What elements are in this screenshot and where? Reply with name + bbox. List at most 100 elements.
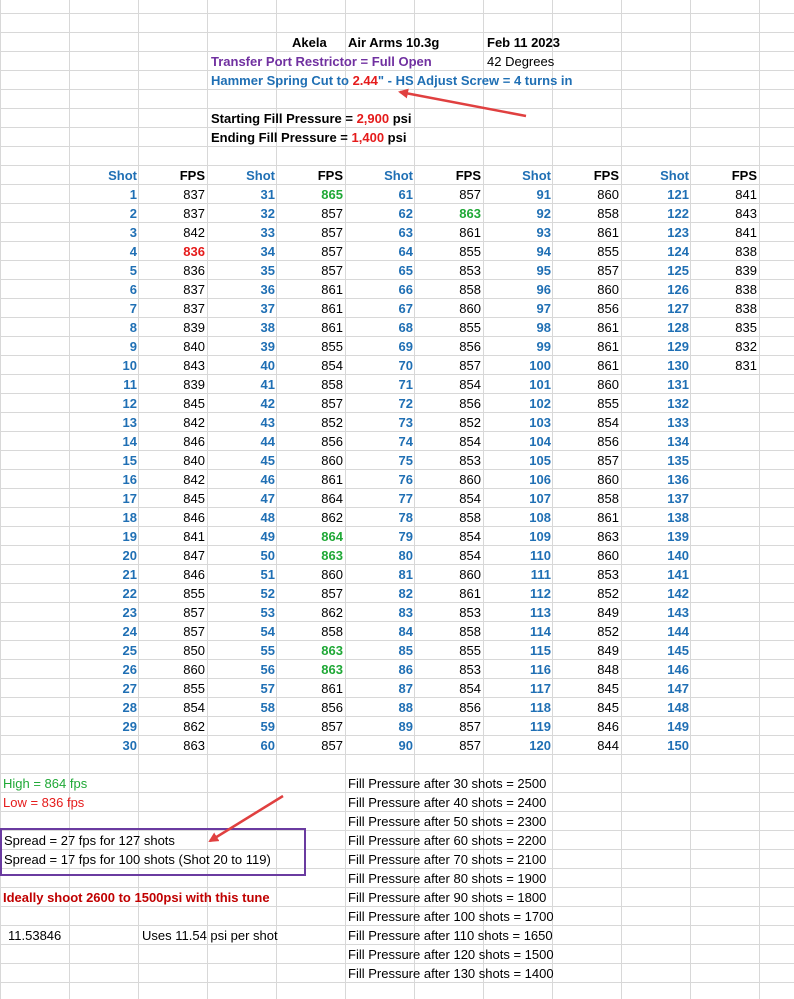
fps-value: 850 [183, 643, 205, 658]
fps-value: 842 [183, 225, 205, 240]
fps-value: 836 [183, 263, 205, 278]
fps-value: 861 [459, 586, 481, 601]
shot-number: 74 [398, 434, 413, 449]
shot-number: 14 [122, 434, 137, 449]
hammer-text-b: " - HS Adjust Screw = 4 turns in [377, 73, 573, 88]
fps-value: 855 [459, 244, 481, 259]
shot-number: 46 [260, 472, 275, 487]
shot-number: 70 [398, 358, 413, 373]
fps-value: 857 [459, 187, 481, 202]
fill-pressure-row: Fill Pressure after 130 shots = 1400 [348, 966, 554, 981]
fps-value: 835 [735, 320, 757, 335]
fps-value: 854 [459, 434, 481, 449]
fps-value: 863 [321, 548, 343, 563]
fps-value: 860 [597, 548, 619, 563]
start-value: 2,900 [356, 111, 390, 126]
fps-value: 832 [735, 339, 757, 354]
fps-value: 849 [597, 605, 619, 620]
fps-value: 839 [183, 377, 205, 392]
shot-number: 38 [260, 320, 275, 335]
fps-value: 861 [321, 301, 343, 316]
shot-number: 53 [260, 605, 275, 620]
fill-pressure-row: Fill Pressure after 70 shots = 2100 [348, 852, 547, 867]
shot-number: 93 [536, 225, 551, 240]
shot-number: 125 [667, 263, 689, 278]
shot-number: 145 [667, 643, 689, 658]
fps-value: 838 [735, 244, 757, 259]
start-label: Starting Fill Pressure = [211, 111, 357, 126]
shot-number: 55 [260, 643, 275, 658]
shot-number: 6 [129, 282, 137, 297]
shot-number: 88 [398, 700, 413, 715]
shot-number: 94 [536, 244, 551, 259]
shot-number: 52 [260, 586, 275, 601]
fps-value: 857 [321, 586, 343, 601]
shot-number: 17 [122, 491, 137, 506]
fps-value: 845 [597, 700, 619, 715]
shot-number: 15 [122, 453, 137, 468]
shot-number: 78 [398, 510, 413, 525]
shot-number: 1 [129, 187, 137, 202]
shot-number: 90 [398, 738, 413, 753]
fps-value: 861 [459, 225, 481, 240]
shot-number: 37 [260, 301, 275, 316]
shot-number: 105 [529, 453, 551, 468]
shot-number: 143 [667, 605, 689, 620]
test-date: Feb 11 2023 [487, 35, 560, 50]
fps-value: 845 [183, 396, 205, 411]
fps-value: 843 [735, 206, 757, 221]
shot-number: 19 [122, 529, 137, 544]
fps-value: 860 [183, 662, 205, 677]
fps-value: 855 [459, 320, 481, 335]
shot-number: 60 [260, 738, 275, 753]
high-fps: High = 864 fps [3, 776, 88, 791]
fps-value: 839 [735, 263, 757, 278]
fps-value: 831 [735, 358, 757, 373]
fps-value: 837 [183, 206, 205, 221]
shot-number: 132 [667, 396, 689, 411]
shot-number: 72 [398, 396, 413, 411]
spreadsheet-grid[interactable]: Akela Air Arms 10.3g Feb 11 2023 42 Degr… [0, 0, 794, 999]
shot-number: 126 [667, 282, 689, 297]
pellet-name: Air Arms 10.3g [348, 35, 440, 50]
fps-value: 860 [459, 301, 481, 316]
fps-value: 844 [597, 738, 619, 753]
fps-column-header: FPS [317, 168, 343, 183]
fps-value: 847 [183, 548, 205, 563]
spread-127-shots: Spread = 27 fps for 127 shots [4, 833, 175, 848]
shot-number: 40 [260, 358, 275, 373]
shot-number: 129 [667, 339, 689, 354]
shot-number: 77 [398, 491, 413, 506]
hammer-text-a: Hammer Spring Cut to [211, 73, 353, 88]
fps-value: 856 [597, 301, 619, 316]
shot-number: 121 [667, 187, 689, 202]
fill-pressure-row: Fill Pressure after 40 shots = 2400 [348, 795, 547, 810]
shot-number: 148 [667, 700, 689, 715]
fps-value: 857 [321, 396, 343, 411]
shot-number: 127 [667, 301, 689, 316]
fps-value: 854 [459, 377, 481, 392]
fps-value: 845 [597, 681, 619, 696]
shot-number: 98 [536, 320, 551, 335]
shot-number: 86 [398, 662, 413, 677]
shot-number: 89 [398, 719, 413, 734]
fps-value: 861 [597, 358, 619, 373]
fps-value: 854 [459, 529, 481, 544]
shot-number: 103 [529, 415, 551, 430]
fps-value: 863 [321, 662, 343, 677]
shot-number: 79 [398, 529, 413, 544]
shot-number: 21 [122, 567, 137, 582]
shot-number: 3 [129, 225, 137, 240]
shot-number: 31 [260, 187, 275, 202]
fps-value: 858 [597, 206, 619, 221]
shot-number: 68 [398, 320, 413, 335]
fps-value: 860 [597, 187, 619, 202]
shot-number: 59 [260, 719, 275, 734]
hammer-value: 2.44 [352, 73, 378, 88]
fps-value: 857 [321, 738, 343, 753]
shot-number: 71 [398, 377, 413, 392]
fps-value: 842 [183, 415, 205, 430]
shot-number: 66 [398, 282, 413, 297]
end-unit: psi [384, 130, 407, 145]
fps-value: 857 [321, 719, 343, 734]
